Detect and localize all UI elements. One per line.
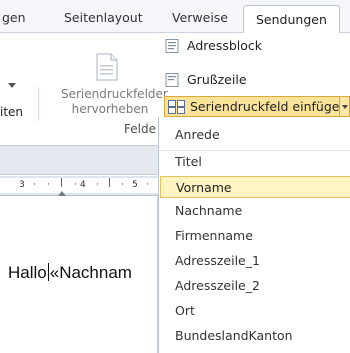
grusszeile-icon bbox=[165, 72, 179, 87]
field-bundeslandkanton[interactable]: BundeslandKanton bbox=[175, 328, 293, 343]
ruler-tick: · bbox=[33, 180, 36, 190]
field-adresszeile-1[interactable]: Adresszeile_1 bbox=[175, 253, 260, 268]
ruler-tick: · bbox=[96, 180, 99, 190]
field-adresszeile-2[interactable]: Adresszeile_2 bbox=[175, 278, 260, 293]
ruler-tick: · bbox=[47, 180, 50, 190]
adressblock-label: Adressblock bbox=[187, 38, 263, 53]
field-firmenname[interactable]: Firmenname bbox=[175, 228, 253, 243]
field-anrede[interactable]: Anrede bbox=[175, 127, 220, 142]
tab-partial[interactable]: gen bbox=[2, 10, 26, 25]
merge-field-dropdown: Anrede Titel Vorname Nachname Firmenname… bbox=[158, 117, 350, 353]
field-titel[interactable]: Titel bbox=[175, 154, 202, 169]
text-before-cursor: Hallo bbox=[8, 263, 47, 282]
grusszeile-button[interactable]: Grußzeile bbox=[165, 72, 247, 87]
group-separator bbox=[38, 87, 39, 121]
split-dropdown[interactable] bbox=[339, 97, 349, 116]
left-partial-label[interactable]: iten bbox=[0, 105, 23, 119]
ruler-mark-3: 3 bbox=[19, 180, 25, 190]
text-cursor bbox=[47, 263, 49, 281]
field-vorname[interactable]: Vorname bbox=[160, 176, 350, 198]
field-ort[interactable]: Ort bbox=[175, 303, 195, 318]
adressblock-button[interactable]: Adressblock bbox=[165, 38, 262, 53]
document-icon bbox=[96, 53, 118, 81]
ribbon-group-label: Felde bbox=[124, 122, 156, 136]
dropdown-arrow-icon[interactable] bbox=[8, 83, 16, 89]
chevron-down-icon bbox=[342, 105, 348, 109]
horizontal-ruler[interactable]: 3 · · | · 4 · | · 5 · bbox=[0, 176, 158, 196]
merge-field-icon bbox=[168, 99, 185, 114]
tab-verweise[interactable]: Verweise bbox=[172, 10, 228, 25]
highlight-button-line1: Seriendruckfelder bbox=[61, 87, 168, 101]
ruler-tick: · bbox=[74, 180, 77, 190]
ruler-tick: · bbox=[146, 180, 149, 190]
menu-separator bbox=[159, 150, 350, 151]
tab-sendungen[interactable]: Sendungen bbox=[243, 5, 340, 34]
document-text[interactable]: Hallo «Nachnam bbox=[8, 263, 132, 283]
ruler-mark-4: 4 bbox=[80, 180, 86, 190]
document-page[interactable]: Hallo «Nachnam bbox=[0, 197, 158, 353]
merge-field-nachname: «Nachnam bbox=[49, 263, 132, 282]
adressblock-icon bbox=[165, 38, 179, 53]
tab-seitenlayout[interactable]: Seitenlayout bbox=[64, 10, 143, 25]
ruler-tick: | bbox=[60, 178, 64, 188]
ruler-tick: | bbox=[108, 178, 112, 188]
ruler-tick: · bbox=[121, 180, 124, 190]
ribbon-tab-bar: gen Seitenlayout Verweise Sendungen bbox=[0, 0, 350, 34]
insert-merge-field-button[interactable]: Seriendruckfeld einfügen bbox=[164, 96, 350, 117]
highlight-merge-fields-button[interactable]: Seriendruckfelder hervorheben bbox=[61, 87, 168, 117]
insert-merge-field-label: Seriendruckfeld einfügen bbox=[190, 99, 348, 114]
ruler-mark-5: 5 bbox=[132, 180, 138, 190]
grusszeile-label: Grußzeile bbox=[187, 72, 247, 87]
field-nachname[interactable]: Nachname bbox=[175, 203, 242, 218]
ribbon-bottom-band bbox=[0, 145, 158, 175]
highlight-button-line2: hervorheben bbox=[71, 102, 149, 116]
